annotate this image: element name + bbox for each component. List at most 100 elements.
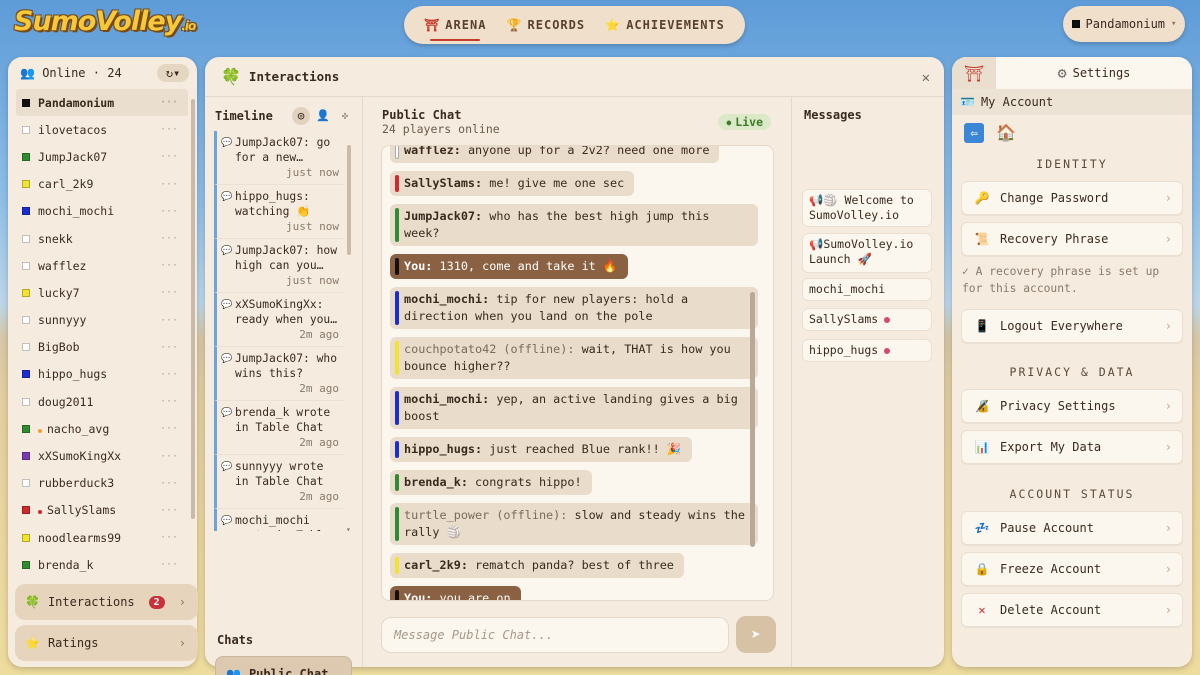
- user-list-item[interactable]: rubberduck3 ···: [16, 470, 188, 497]
- user-list-item[interactable]: ilovetacos ···: [16, 116, 188, 143]
- user-list-scrollbar[interactable]: [191, 99, 195, 519]
- user-list-item[interactable]: wafflez ···: [16, 252, 188, 279]
- more-icon[interactable]: ···: [160, 233, 178, 244]
- message-author[interactable]: couchpotato42 (offline):: [404, 342, 574, 356]
- ratings-button[interactable]: ⭐ Ratings ›: [15, 625, 198, 661]
- chat-input[interactable]: [381, 617, 729, 653]
- user-list-item[interactable]: lucky7 ···: [16, 279, 188, 306]
- back-arrow-icon[interactable]: ⇦: [964, 123, 984, 143]
- message-author[interactable]: SallySlams:: [404, 176, 482, 190]
- nav-tab-achievements[interactable]: ⭐ ACHIEVEMENTS: [605, 18, 725, 32]
- user-list-item[interactable]: JumpJack07 ···: [16, 143, 188, 170]
- user-list-item[interactable]: xXSumoKingXx ···: [16, 442, 188, 469]
- freeze-account-button[interactable]: 🔒 Freeze Account ›: [961, 552, 1183, 586]
- change-password-button[interactable]: 🔑 Change Password ›: [961, 181, 1183, 215]
- more-icon[interactable]: ···: [160, 260, 178, 271]
- nav-tab-arena[interactable]: ⛩ ARENA: [424, 18, 486, 41]
- user-list-item[interactable]: doug2011 ···: [16, 388, 188, 415]
- message-author[interactable]: carl_2k9:: [404, 558, 468, 572]
- close-icon[interactable]: ✕: [922, 70, 930, 86]
- conversation-item[interactable]: 📢🏐 Welcome to SumoVolley.io: [802, 189, 932, 227]
- more-icon[interactable]: ···: [160, 315, 178, 326]
- interactions-button[interactable]: 🍀 Interactions 2 ›: [15, 584, 198, 620]
- nav-tab-records[interactable]: 🏆 RECORDS: [507, 18, 586, 32]
- message-author[interactable]: mochi_mochi:: [404, 292, 489, 306]
- more-icon[interactable]: ···: [160, 287, 178, 298]
- home-icon[interactable]: 🏠: [996, 123, 1016, 143]
- more-icon[interactable]: ···: [160, 478, 178, 489]
- timeline-item[interactable]: 💬 brenda_k wrote in Table Chat 2m ago: [214, 401, 345, 455]
- timeline-item[interactable]: 💬 hippo_hugs: watching 👏 just now: [214, 185, 345, 239]
- message-author[interactable]: wafflez:: [404, 146, 461, 157]
- user-list-item[interactable]: hippo_hugs ···: [16, 361, 188, 388]
- public-chat-label: Public Chat: [248, 667, 329, 675]
- message-author[interactable]: You:: [404, 591, 432, 600]
- conversation-item[interactable]: 📢SumoVolley.io Launch 🚀: [802, 233, 932, 273]
- more-icon[interactable]: ···: [160, 179, 178, 190]
- user-list-item[interactable]: snekk ···: [16, 225, 188, 252]
- user-name: ilovetacos: [38, 123, 107, 137]
- user-name-text: mochi_mochi: [38, 204, 115, 219]
- more-icon[interactable]: ···: [160, 559, 178, 570]
- user-list-item[interactable]: SallySlams ···: [16, 497, 188, 524]
- more-icon[interactable]: ···: [160, 505, 178, 516]
- user-color-swatch: [22, 343, 30, 352]
- message-author[interactable]: brenda_k:: [404, 475, 468, 489]
- more-icon[interactable]: ···: [160, 342, 178, 353]
- person-icon[interactable]: 👤: [314, 107, 332, 125]
- chat-message-row: JumpJack07: who has the best high jump t…: [390, 204, 760, 254]
- conversation-item[interactable]: hippo_hugs: [802, 339, 932, 362]
- user-list-item[interactable]: brenda_k ···: [16, 551, 188, 575]
- target-icon[interactable]: ◎: [292, 107, 310, 125]
- filter-icon[interactable]: ✜: [336, 107, 354, 125]
- refresh-button[interactable]: ↻▾: [157, 64, 189, 82]
- public-chat-item[interactable]: 👥 Public Chat: [215, 656, 352, 675]
- more-icon[interactable]: ···: [160, 124, 178, 135]
- more-icon[interactable]: ···: [160, 206, 178, 217]
- user-list-item[interactable]: carl_2k9 ···: [16, 171, 188, 198]
- message-author[interactable]: mochi_mochi:: [404, 392, 489, 406]
- user-list-item[interactable]: noodlearms99 ···: [16, 524, 188, 551]
- more-icon[interactable]: ···: [160, 423, 178, 434]
- timeline-item[interactable]: 💬 sunnyyy wrote in Table Chat 2m ago: [214, 455, 345, 509]
- timeline-item[interactable]: 💬mochi_mochi wrote in Table…: [214, 509, 345, 531]
- privacy-settings-button[interactable]: 🔏 Privacy Settings ›: [961, 389, 1183, 423]
- timeline-item[interactable]: 💬 xXSumoKingXx: ready when you… 2m ago: [214, 293, 345, 347]
- message-author[interactable]: turtle_power (offline):: [404, 508, 567, 522]
- user-list-item[interactable]: Pandamonium ···: [16, 89, 188, 117]
- arena-tab[interactable]: ⛩: [952, 57, 996, 89]
- settings-tab[interactable]: ⚙ Settings: [996, 57, 1192, 89]
- user-name: Pandamonium: [38, 96, 114, 110]
- user-list-item[interactable]: sunnyyy ···: [16, 307, 188, 334]
- more-icon[interactable]: ···: [160, 97, 178, 108]
- privacy-heading: PRIVACY & DATA: [1009, 365, 1135, 379]
- more-icon[interactable]: ···: [160, 532, 178, 543]
- conversation-item[interactable]: mochi_mochi: [802, 278, 932, 301]
- message-author[interactable]: hippo_hugs:: [404, 442, 482, 456]
- pause-account-button[interactable]: 💤 Pause Account ›: [961, 511, 1183, 545]
- timeline-item[interactable]: 💬 JumpJack07: how high can you… just now: [214, 239, 345, 293]
- timeline-scrollbar[interactable]: [347, 145, 351, 255]
- user-list-item[interactable]: BigBob ···: [16, 334, 188, 361]
- timeline-item[interactable]: 💬 JumpJack07: go for a new… just now: [214, 131, 345, 185]
- delete-account-button[interactable]: ✕ Delete Account ›: [961, 593, 1183, 627]
- user-list-item[interactable]: nacho_avg ···: [16, 415, 188, 442]
- user-list-item[interactable]: mochi_mochi ···: [16, 198, 188, 225]
- more-icon[interactable]: ···: [160, 151, 178, 162]
- send-button[interactable]: ➤: [736, 616, 776, 653]
- more-icon[interactable]: ···: [160, 451, 178, 462]
- more-icon[interactable]: ···: [160, 396, 178, 407]
- export-data-button[interactable]: 📊 Export My Data ›: [961, 430, 1183, 464]
- user-menu-button[interactable]: Pandamonium ▾: [1063, 6, 1185, 42]
- conversation-name: 📢SumoVolley.io Launch 🚀: [809, 237, 914, 266]
- timeline-item[interactable]: 💬 JumpJack07: who wins this? 2m ago: [214, 347, 345, 401]
- message-author[interactable]: JumpJack07:: [404, 209, 482, 223]
- logout-everywhere-button[interactable]: 📱 Logout Everywhere ›: [961, 309, 1183, 343]
- conversation-item[interactable]: SallySlams: [802, 308, 932, 331]
- recovery-phrase-button[interactable]: 📜 Recovery Phrase ›: [961, 222, 1183, 256]
- chat-scrollbar[interactable]: [750, 292, 755, 547]
- message-author[interactable]: You:: [404, 259, 432, 273]
- message-text: you are on: [439, 591, 511, 601]
- more-icon[interactable]: ···: [160, 369, 178, 380]
- arena-icon: ⛩: [424, 18, 441, 32]
